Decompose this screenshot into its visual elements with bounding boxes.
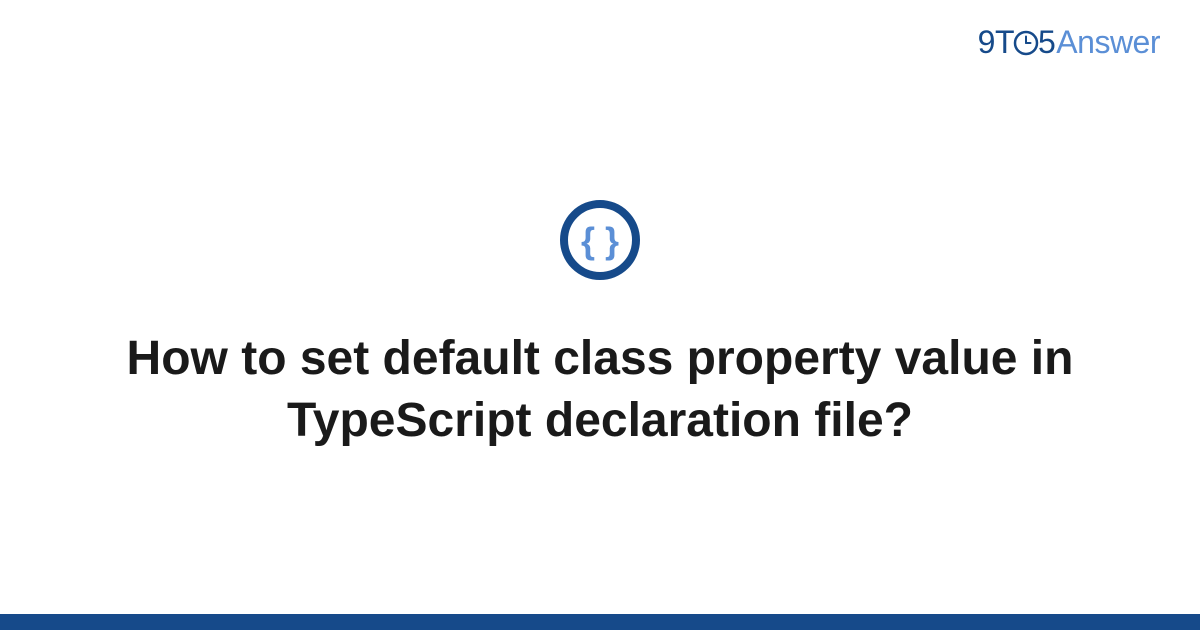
footer-accent-bar	[0, 614, 1200, 630]
category-braces-icon: { }	[559, 199, 641, 286]
svg-text:{ }: { }	[581, 220, 619, 261]
main-content: { } How to set default class property va…	[0, 0, 1200, 630]
question-title: How to set default class property value …	[120, 328, 1080, 451]
